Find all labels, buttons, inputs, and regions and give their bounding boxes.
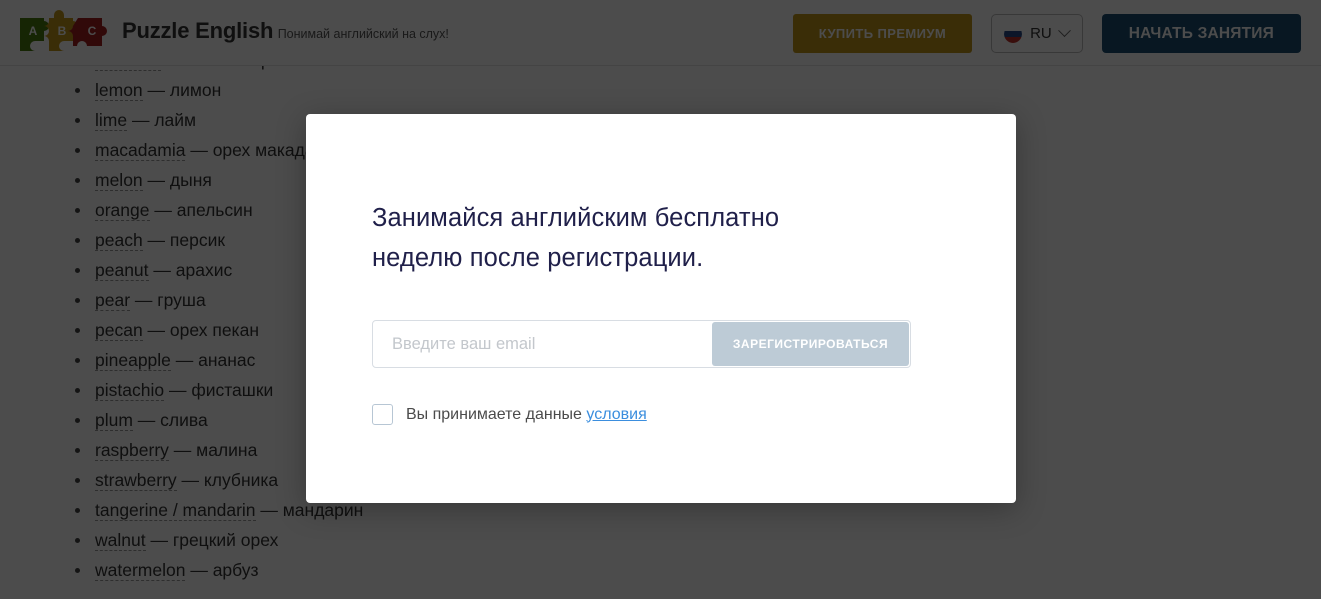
email-input[interactable] (373, 321, 711, 367)
signup-submit-button[interactable]: ЗАРЕГИСТРИРОВАТЬСЯ (712, 322, 909, 366)
terms-label: Вы принимаете данные (406, 405, 582, 423)
terms-acceptance-row: Вы принимаете данные условия (372, 404, 968, 425)
terms-checkbox[interactable] (372, 404, 393, 425)
signup-form: ЗАРЕГИСТРИРОВАТЬСЯ (372, 320, 911, 368)
signup-modal-body: Занимайся английским бесплатно неделю по… (372, 198, 968, 425)
terms-link[interactable]: условия (586, 406, 646, 423)
page-root: A B C Puzzle English Понимай английский … (0, 0, 1321, 599)
signup-modal: Занимайся английским бесплатно неделю по… (306, 114, 1016, 503)
terms-text: Вы принимаете данные условия (406, 406, 647, 424)
signup-modal-title: Занимайся английским бесплатно неделю по… (372, 204, 780, 272)
